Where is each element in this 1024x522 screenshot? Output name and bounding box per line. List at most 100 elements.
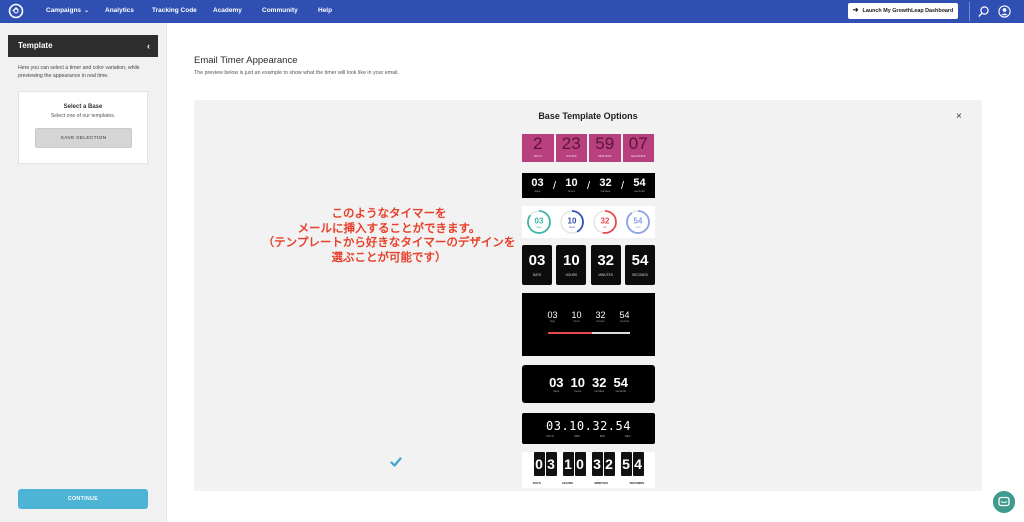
- timer-value: 23: [561, 134, 581, 153]
- launch-dashboard-button[interactable]: ➜ Launch My GrowthLeap Dashboard: [848, 3, 958, 19]
- sidebar: Template ‹ Here you can select a timer a…: [0, 23, 167, 522]
- timer-value: 54: [631, 252, 649, 269]
- close-icon[interactable]: ×: [956, 111, 962, 122]
- logo-icon[interactable]: [8, 3, 24, 19]
- nav-campaigns[interactable]: Campaigns ⌄: [46, 0, 89, 23]
- ring-timer-cell: 10hours: [559, 210, 584, 234]
- timer-label: hours: [573, 320, 580, 323]
- timer-value: 54: [633, 177, 646, 189]
- ring-timer-cell: 32min: [593, 210, 618, 234]
- account-icon[interactable]: [998, 5, 1011, 18]
- template-option-flip-digits[interactable]: 03 10 32 54 DAYS HOURS MINUTES SECONDS: [522, 452, 655, 488]
- chevron-down-icon: ⌄: [84, 8, 90, 14]
- nav-tracking-code[interactable]: Tracking Code: [152, 0, 197, 23]
- page-title: Email Timer Appearance: [194, 55, 298, 66]
- timer-label: secs: [636, 226, 642, 229]
- save-selection-button[interactable]: SAVE SELECTION: [35, 128, 132, 148]
- timer-cell: 54 seconds: [617, 310, 633, 324]
- timer-labels: DAYS HRS MIN SEC: [522, 434, 655, 438]
- timer-value: 10: [567, 217, 576, 226]
- timer-label: min: [603, 226, 608, 229]
- nav-help[interactable]: Help: [318, 0, 332, 23]
- timer-label: DAYS: [546, 434, 554, 438]
- nav-analytics[interactable]: Analytics: [105, 0, 134, 23]
- timer-cell: 03 days: [545, 311, 561, 324]
- template-option-black-tiles[interactable]: 03 DAYS 10 HOURS 32 MINUTES 54 SECONDS: [522, 245, 655, 285]
- timer-label: seconds: [619, 320, 630, 323]
- timer-value: 10: [571, 310, 582, 320]
- template-option-rings[interactable]: 03 days 10 hours 32 min 54 secs: [522, 206, 655, 238]
- timer-cell: 03 days: [527, 178, 549, 194]
- annotation-line: 選ぶことが可能です）: [331, 251, 447, 264]
- timer-value: 03: [534, 217, 543, 226]
- timer-cell: 32 minutes: [592, 376, 606, 393]
- timer-cell: 23 HOURS: [555, 134, 587, 162]
- timer-label: seconds: [615, 388, 626, 393]
- digit: 3: [545, 452, 557, 476]
- select-base-title: Select a Base: [63, 104, 103, 110]
- page-subtitle: The preview below is just an example to …: [194, 70, 399, 76]
- timer-cell: 10 hours: [569, 310, 585, 324]
- timer-value: 07: [628, 134, 648, 153]
- timer-label: HOURS: [565, 273, 578, 277]
- digit: 0: [533, 452, 545, 476]
- timer-value: 54: [634, 217, 643, 226]
- timer-label: DAYS: [532, 273, 542, 277]
- timer-label: DAYS: [532, 481, 541, 485]
- timer-cell: 10 hours: [561, 177, 583, 194]
- timer-labels: DAYS HOURS MINUTES SECONDS: [522, 481, 655, 485]
- digit: 3: [591, 452, 603, 476]
- digit-pair: 03: [533, 452, 557, 476]
- template-options-panel: Base Template Options × このようなタイマーを メールに挿…: [194, 100, 982, 491]
- template-option-rounded-black[interactable]: 03 days 10 hours 32 minutes 54 seconds: [522, 365, 655, 403]
- timer-cell: 32 MINUTES: [590, 245, 621, 285]
- timer-label: MINUTES: [598, 273, 613, 277]
- nav-community[interactable]: Community: [262, 0, 298, 23]
- timer-cell: 07 SECONDS: [622, 134, 654, 162]
- sidebar-description: Here you can select a timer and color va…: [18, 65, 140, 79]
- chevron-left-icon[interactable]: ‹: [147, 35, 150, 57]
- chat-icon[interactable]: [993, 491, 1015, 513]
- timer-value: 54: [619, 310, 630, 320]
- timer-cell: 54 seconds: [629, 177, 651, 194]
- timer-row: 03 days 10 hours 32 minutes 54 seconds: [522, 310, 655, 324]
- top-navigation: Campaigns ⌄ Analytics Tracking Code Acade…: [0, 0, 1024, 23]
- template-option-slashes[interactable]: 03 days / 10 hours / 32 minutes / 54 seconds: [522, 173, 655, 198]
- timer-digits: 03 10 32 54: [522, 452, 655, 476]
- nav-divider: [969, 2, 970, 21]
- select-base-box: Select a Base Select one of our template…: [18, 91, 148, 164]
- search-icon[interactable]: [977, 5, 990, 18]
- separator: /: [620, 179, 625, 192]
- timer-label: MINUTES: [598, 154, 612, 158]
- timer-cell: 32 minutes: [593, 310, 609, 324]
- arrow-icon: ➜: [852, 7, 859, 14]
- template-option-digital[interactable]: 03.10.32.54 DAYS HRS MIN SEC: [522, 413, 655, 444]
- ring-timer-cell: 03days: [526, 210, 551, 234]
- timer-value: 32: [601, 217, 610, 226]
- annotation-line: メールに挿入することができます。: [297, 222, 481, 235]
- timer-cell: 10 HOURS: [556, 245, 587, 285]
- timer-value: 32: [595, 310, 606, 320]
- timer-label: days: [549, 320, 556, 323]
- timer-label: MIN: [599, 434, 605, 438]
- timer-label: HOURS: [562, 481, 574, 485]
- timer-label: days: [534, 189, 541, 193]
- timer-value: 03.10.32.54: [546, 419, 631, 433]
- timer-label: SECONDS: [632, 273, 648, 277]
- timer-label: MINUTES: [594, 481, 609, 485]
- progress-bar-filled: [548, 332, 592, 334]
- timer-value: 10: [565, 177, 578, 189]
- annotation-text: このようなタイマーを メールに挿入することができます。 （テンプレートから好きな…: [249, 207, 529, 265]
- template-option-progress-bar[interactable]: 03 days 10 hours 32 minutes 54 seconds: [522, 293, 655, 356]
- timer-label: HOURS: [565, 154, 577, 158]
- timer-value: 54: [613, 374, 628, 390]
- nav-academy[interactable]: Academy: [213, 0, 242, 23]
- separator: /: [552, 179, 557, 192]
- timer-cell: 54 seconds: [613, 376, 627, 393]
- template-option-pink-blocks[interactable]: 2 DAYS 23 HOURS 59 MINUTES 07 SECONDS: [522, 134, 654, 162]
- digit: 4: [632, 452, 644, 476]
- continue-button[interactable]: CONTINUE: [18, 489, 148, 509]
- timer-label: seconds: [634, 189, 645, 193]
- sidebar-header: Template ‹: [8, 35, 158, 57]
- timer-cell: 54 SECONDS: [624, 245, 655, 285]
